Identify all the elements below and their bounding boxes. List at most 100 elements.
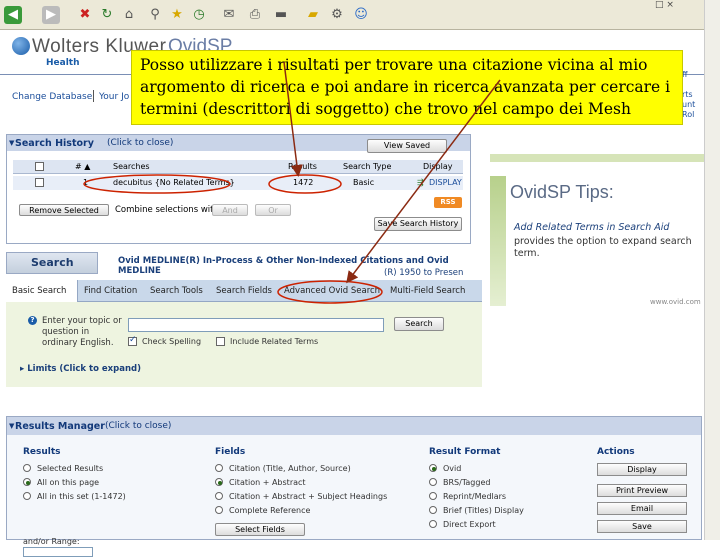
results-manager-close-hint[interactable]: (Click to close) — [105, 421, 171, 431]
search-panel: Search Ovid MEDLINE(R) In-Process & Othe… — [6, 252, 482, 387]
print-icon[interactable]: ⎙ — [246, 6, 264, 24]
ovid-tips-panel: OvidSP Tips: Add Related Terms in Search… — [490, 154, 704, 312]
tab-search-tools[interactable]: Search Tools — [150, 286, 203, 296]
range-input[interactable] — [23, 547, 93, 557]
your-journals-link[interactable]: Your Jo — [99, 92, 129, 102]
folder-icon[interactable]: ▰ — [304, 6, 322, 24]
search-tabs: Basic Search Find Citation Search Tools … — [6, 280, 482, 302]
right-link[interactable]: unt — [682, 100, 695, 110]
format-option: Reprint/Medlars — [443, 492, 507, 501]
search-button[interactable]: Search — [394, 317, 444, 331]
tips-url[interactable]: www.ovid.com — [650, 298, 701, 306]
right-link[interactable]: ff — [682, 70, 695, 80]
tools-icon[interactable]: ⚙ — [328, 6, 346, 24]
change-database-link[interactable]: Change Database — [12, 92, 92, 102]
right-link[interactable]: rts — [682, 90, 695, 100]
format-option: Brief (Titles) Display — [443, 506, 524, 515]
stop-icon[interactable]: ✖ — [76, 6, 94, 24]
format-radio[interactable] — [429, 506, 437, 514]
header-right-links: ff rts unt Rol — [682, 70, 695, 120]
tab-search-fields[interactable]: Search Fields — [216, 286, 272, 296]
and-button[interactable]: And — [212, 204, 248, 216]
row-type: Basic — [353, 178, 375, 187]
tab-basic-search[interactable]: Basic Search — [12, 286, 66, 296]
search-history-close-hint[interactable]: (Click to close) — [107, 138, 173, 148]
format-radio[interactable] — [429, 464, 437, 472]
results-manager-body: Results Fields Result Format Actions Sel… — [7, 435, 701, 557]
select-fields-button[interactable]: Select Fields — [215, 523, 305, 536]
view-saved-button[interactable]: View Saved — [367, 139, 447, 153]
search-heading: Search — [6, 252, 98, 274]
search-input[interactable] — [128, 318, 384, 332]
search-icon[interactable]: ⚲ — [146, 6, 164, 24]
tab-find-citation[interactable]: Find Citation — [84, 286, 137, 296]
results-manager-header[interactable]: ▼ Results Manager (Click to close) — [7, 417, 701, 435]
brand-sub: Health — [46, 58, 80, 68]
right-link[interactable]: Rol — [682, 110, 695, 120]
fields-heading: Fields — [215, 447, 246, 457]
forward-icon[interactable]: ▶ — [42, 6, 60, 24]
collapse-icon[interactable]: ▼ — [9, 139, 14, 147]
search-prompt: Enter your topic or question in ordinary… — [42, 316, 122, 348]
tab-advanced-search[interactable]: Advanced Ovid Search — [284, 286, 380, 296]
tips-decoration — [490, 176, 506, 306]
history-icon[interactable]: ◷ — [190, 6, 208, 24]
or-button[interactable]: Or — [255, 204, 291, 216]
fields-radio[interactable] — [215, 478, 223, 486]
include-related-label: Include Related Terms — [230, 337, 319, 346]
refresh-icon[interactable]: ↻ — [98, 6, 116, 24]
mail-icon[interactable]: ✉ — [220, 6, 238, 24]
tab-multi-field-search[interactable]: Multi-Field Search — [390, 286, 465, 296]
annotation-callout: Posso utilizzare i risultati per trovare… — [131, 50, 683, 125]
display-button[interactable]: Display — [597, 463, 687, 476]
row-results[interactable]: 1472 — [293, 178, 313, 187]
fields-radio[interactable] — [215, 492, 223, 500]
col-results: Results — [288, 162, 317, 171]
vertical-scrollbar[interactable] — [704, 0, 720, 540]
range-label: and/or Range: — [23, 537, 80, 546]
rss-icon[interactable]: RSS — [434, 197, 462, 208]
fields-option: Citation (Title, Author, Source) — [229, 464, 351, 473]
row-display-link[interactable]: DISPLAY — [429, 178, 462, 187]
email-button[interactable]: Email — [597, 502, 687, 515]
format-radio[interactable] — [429, 492, 437, 500]
fields-radio[interactable] — [215, 506, 223, 514]
search-history-title: Search History — [15, 138, 94, 149]
print-preview-button[interactable]: Print Preview — [597, 484, 687, 497]
format-radio[interactable] — [429, 520, 437, 528]
row-search: decubitus {No Related Terms} — [113, 178, 235, 187]
fields-radio[interactable] — [215, 464, 223, 472]
wk-globe-icon — [12, 37, 30, 55]
save-button[interactable]: Save — [597, 520, 687, 533]
limits-toggle[interactable]: ▸ Limits (Click to expand) — [20, 364, 141, 374]
history-column-header: # ▲ Searches Results Search Type Display — [13, 160, 463, 174]
results-radio[interactable] — [23, 492, 31, 500]
format-option: Direct Export — [443, 520, 496, 529]
display-icon[interactable]: ⇶ — [417, 178, 424, 187]
check-spelling-checkbox[interactable]: ✓ — [128, 335, 137, 346]
fields-option: Citation + Abstract + Subject Headings — [229, 492, 388, 501]
help-icon[interactable]: ? — [28, 316, 37, 325]
home-icon[interactable]: ⌂ — [120, 6, 138, 24]
database-name-cont: (R) 1950 to Presen — [384, 268, 464, 278]
checkmark-icon: ✓ — [129, 335, 137, 345]
results-option: All on this page — [37, 478, 100, 487]
save-search-history-button[interactable]: Save Search History — [374, 217, 462, 231]
fields-option: Complete Reference — [229, 506, 311, 515]
messenger-icon[interactable]: ☺ — [352, 6, 370, 24]
favorites-icon[interactable]: ★ — [168, 6, 186, 24]
results-radio[interactable] — [23, 464, 31, 472]
limits-label: Limits (Click to expand) — [27, 364, 141, 374]
back-icon[interactable]: ◀ — [4, 6, 22, 24]
collapse-icon[interactable]: ▼ — [9, 422, 14, 430]
combine-label: Combine selections with: — [115, 205, 222, 215]
col-num[interactable]: # ▲ — [75, 162, 90, 171]
include-related-checkbox[interactable] — [216, 337, 225, 346]
edit-icon[interactable]: ▬ — [272, 6, 290, 24]
results-radio[interactable] — [23, 478, 31, 486]
format-option: Ovid — [443, 464, 462, 473]
row-checkbox[interactable] — [35, 178, 44, 187]
remove-selected-button[interactable]: Remove Selected — [19, 204, 109, 216]
select-all-checkbox[interactable] — [35, 162, 44, 171]
format-radio[interactable] — [429, 478, 437, 486]
